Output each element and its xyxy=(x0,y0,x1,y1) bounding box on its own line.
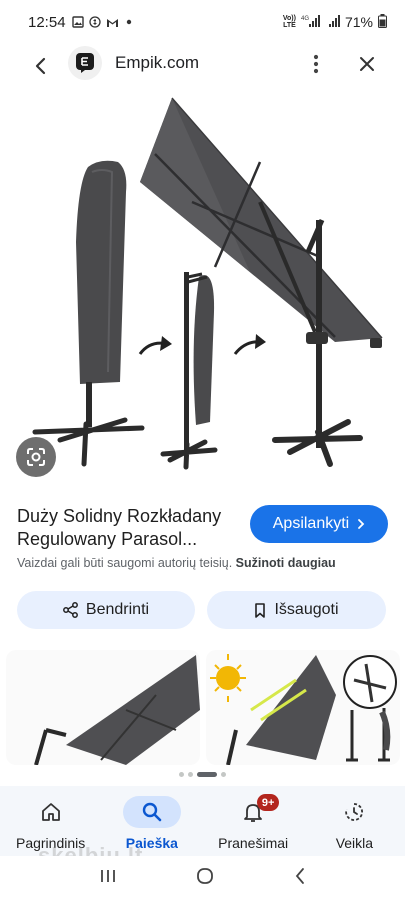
related-image-1[interactable] xyxy=(6,650,200,765)
volte-indicator: Vo)) LTE xyxy=(282,15,296,29)
notification-badge: 9+ xyxy=(257,794,280,811)
lens-icon xyxy=(27,448,45,466)
nav-label: Pranešimai xyxy=(218,835,289,851)
nav-icon-container xyxy=(122,796,181,828)
home-icon xyxy=(41,803,60,821)
share-icon xyxy=(62,602,78,618)
battery-percent: 71% xyxy=(344,14,373,30)
nav-icon-container: 9+ xyxy=(224,794,282,828)
dot-icon xyxy=(123,16,136,29)
nav-icon-container xyxy=(22,796,80,828)
activity-icon xyxy=(345,803,364,821)
chevron-left-icon xyxy=(35,57,46,75)
learn-more-link[interactable]: Sužinoti daugiau xyxy=(236,556,336,570)
recent-apps-button[interactable] xyxy=(99,868,117,889)
nav-icon-container xyxy=(325,796,383,828)
gmail-icon xyxy=(106,16,119,29)
signal-icon-2 xyxy=(328,14,340,31)
status-left: 12:54 xyxy=(28,14,136,31)
system-navigation-bar xyxy=(0,856,405,900)
signal-icon: 4G xyxy=(301,14,323,31)
nav-item-activity[interactable]: Veikla xyxy=(304,786,405,856)
empik-logo-icon xyxy=(76,53,94,73)
carousel-dot xyxy=(221,772,226,777)
back-arrow-icon xyxy=(295,867,304,884)
copyright-notice: Vaizdai gali būti saugomi autorių teisių… xyxy=(17,556,336,570)
visit-button[interactable]: Apsilankyti xyxy=(250,505,388,543)
status-time: 12:54 xyxy=(28,13,66,31)
status-bar: 12:54 Vo)) LTE 4G 71% xyxy=(0,0,405,44)
back-button[interactable] xyxy=(26,51,54,81)
home-button[interactable] xyxy=(195,866,215,891)
carousel-dot-active xyxy=(197,772,217,777)
chevron-right-icon xyxy=(358,519,365,529)
site-title[interactable]: Empik.com xyxy=(115,51,199,75)
umbrella-illustration xyxy=(32,97,383,470)
home-circle-icon xyxy=(197,867,214,884)
notification-icons xyxy=(72,16,136,29)
nav-item-notifications[interactable]: 9+ Pranešimai xyxy=(203,786,304,856)
currency-icon xyxy=(89,16,102,29)
save-button[interactable]: Išsaugoti xyxy=(207,591,386,629)
close-icon xyxy=(360,57,374,71)
share-button[interactable]: Bendrinti xyxy=(17,591,195,629)
copyright-text: Vaizdai gali būti saugomi autorių teisių… xyxy=(17,556,233,570)
recents-icon xyxy=(101,869,116,882)
carousel-dot xyxy=(179,772,184,777)
close-button[interactable] xyxy=(352,49,382,79)
lens-button[interactable] xyxy=(16,437,56,477)
more-vert-icon xyxy=(313,54,319,74)
top-app-bar: Empik.com xyxy=(0,44,405,88)
visit-label: Apsilankyti xyxy=(272,515,350,532)
umbrella-thumbnail xyxy=(34,655,200,765)
product-title[interactable]: Duży Solidny Rozkładany Regulowany Paras… xyxy=(17,505,247,551)
more-options-button[interactable] xyxy=(305,49,327,79)
image-icon xyxy=(72,16,85,29)
svg-text:4G: 4G xyxy=(301,16,309,22)
nav-label: Veikla xyxy=(335,835,374,851)
carousel-indicator xyxy=(0,772,405,777)
bookmark-icon xyxy=(255,602,266,618)
search-icon xyxy=(142,802,162,822)
battery-icon xyxy=(378,13,387,31)
share-label: Bendrinti xyxy=(85,601,150,618)
status-right: Vo)) LTE 4G 71% xyxy=(282,13,387,31)
product-image[interactable] xyxy=(0,92,405,482)
site-logo xyxy=(68,46,102,80)
related-image-2[interactable] xyxy=(206,650,400,765)
system-back-button[interactable] xyxy=(294,867,306,890)
umbrella-thumbnail-2 xyxy=(210,654,397,765)
save-label: Išsaugoti xyxy=(274,601,339,618)
carousel-dot xyxy=(188,772,193,777)
